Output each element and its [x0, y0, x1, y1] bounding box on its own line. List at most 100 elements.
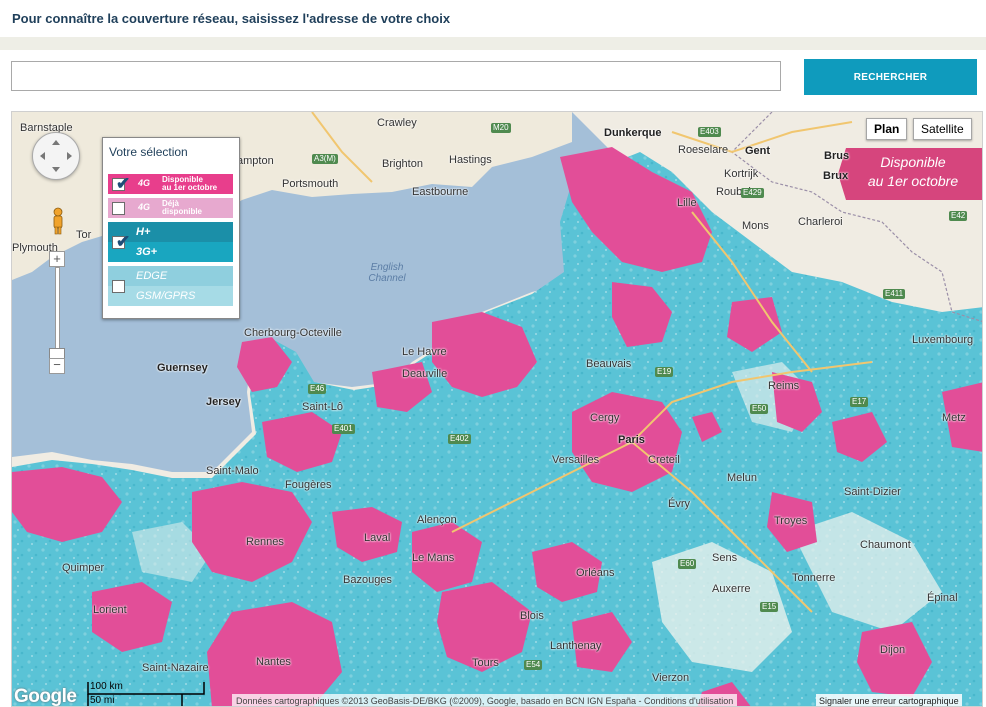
page-header: Pour connaître la couverture réseau, sai… — [0, 0, 986, 37]
place-label: Le Havre — [402, 346, 447, 358]
place-label: Sens — [712, 552, 738, 564]
legend-tech-tag: EDGE — [136, 270, 168, 282]
place-label: Le Mans — [412, 552, 455, 564]
road-shield: E429 — [741, 188, 764, 198]
legend-label-line2: disponible — [162, 207, 202, 216]
place-label: Roeselare — [678, 144, 729, 156]
road-shield: M20 — [491, 123, 511, 133]
place-label: Crawley — [377, 117, 417, 129]
legend-item-4g-now[interactable]: 4G Déjà disponible — [108, 198, 233, 218]
road-shield: E60 — [678, 559, 697, 569]
place-label: Saint-Nazaire — [142, 662, 209, 674]
road-shield: E15 — [760, 602, 779, 612]
road-shield: E54 — [524, 660, 543, 670]
legend-row-bg — [108, 266, 233, 286]
place-label: Orléans — [576, 567, 615, 579]
place-label: Chaumont — [860, 539, 911, 551]
legend-checkbox[interactable] — [112, 202, 125, 215]
place-label: Mons — [742, 220, 769, 232]
place-label: Laval — [364, 532, 391, 544]
place-label: Eastbourne — [412, 186, 469, 198]
road-shield: E46 — [308, 384, 327, 394]
road-shield: E19 — [655, 367, 674, 377]
place-label: Tours — [472, 657, 499, 669]
place-label: Saint-Lô — [302, 401, 343, 413]
place-label: Troyes — [774, 515, 808, 527]
place-label: Tonnerre — [792, 572, 836, 584]
place-label: Dijon — [880, 644, 906, 656]
road-shield: E402 — [448, 434, 471, 444]
place-label: Kortrijk — [724, 168, 759, 180]
place-label: Reims — [768, 380, 800, 392]
legend-item-edge[interactable]: EDGE GSM/GPRS — [108, 266, 233, 306]
header-divider — [0, 37, 986, 50]
place-label: Alençon — [417, 514, 457, 526]
road-shield: A3(M) — [312, 154, 338, 164]
google-logo[interactable]: Google — [14, 686, 77, 706]
legend-item-3g[interactable]: ✔ H+ 3G+ — [108, 222, 233, 262]
coverage-map[interactable]: Plan Satellite Disponible au 1er octobre… — [11, 111, 983, 707]
place-label: Metz — [942, 412, 966, 424]
place-label: Nantes — [256, 656, 291, 668]
address-search-input[interactable] — [11, 61, 781, 91]
place-label: Deauville — [402, 368, 448, 380]
legend-checkbox[interactable]: ✔ — [112, 232, 130, 251]
legend-checkbox[interactable]: ✔ — [112, 174, 130, 193]
place-label: Fougères — [285, 479, 332, 491]
pan-control[interactable] — [32, 132, 80, 180]
road-shield: E401 — [332, 424, 355, 434]
place-label: Brus — [824, 150, 850, 162]
place-label: Guernsey — [157, 362, 208, 374]
road-shield: E17 — [850, 397, 869, 407]
place-label: Melun — [727, 472, 757, 484]
legend-tech-tag: H+ — [136, 226, 151, 238]
map-type-plan-button[interactable]: Plan — [866, 118, 908, 140]
report-error-link[interactable]: Signaler une erreur cartographique — [816, 694, 962, 706]
place-label: Lorient — [93, 604, 127, 616]
legend-item-4g-october[interactable]: ✔ 4G Disponible au 1er octobre — [108, 174, 233, 194]
place-label: Jersey — [206, 396, 241, 408]
legend-tech-tag: 4G — [138, 202, 151, 212]
sea-label: English Channel — [368, 262, 406, 284]
place-label: Portsmouth — [282, 178, 339, 190]
place-label: Rennes — [246, 536, 284, 548]
page-title: Pour connaître la couverture réseau, sai… — [12, 11, 451, 26]
road-shield: E403 — [698, 127, 721, 137]
place-label: Gent — [745, 145, 771, 157]
zoom-out-button[interactable]: − — [49, 358, 65, 374]
place-label: Hastings — [449, 154, 492, 166]
place-label: Lanthenay — [550, 640, 602, 652]
place-label: Versailles — [552, 454, 600, 466]
place-label: Évry — [668, 498, 690, 510]
place-label: Lille — [677, 197, 697, 209]
place-label: Brux — [823, 170, 849, 182]
scale-km: 100 km — [90, 681, 123, 692]
zoom-slider-track[interactable] — [55, 267, 60, 349]
legend-label-line2: au 1er octobre — [162, 183, 218, 192]
scale-bar: 100 km 50 mi — [86, 681, 210, 706]
place-label: Saint-Dizier — [844, 486, 901, 498]
map-type-satellite-button[interactable]: Satellite — [913, 118, 972, 140]
pan-arrows-icon — [40, 140, 72, 172]
legend-checkbox[interactable] — [112, 280, 125, 293]
place-label: Tor — [76, 229, 92, 241]
legend-tech-tag: 4G — [138, 178, 151, 188]
place-label: Épinal — [927, 592, 958, 604]
legend-title: Votre sélection — [109, 145, 188, 159]
place-label: Vierzon — [652, 672, 690, 684]
banner-line2: au 1er octobre — [867, 173, 959, 189]
place-label: Quimper — [62, 562, 105, 574]
place-label: Blois — [520, 610, 544, 622]
street-view-pegman-icon[interactable] — [51, 207, 65, 235]
place-label: Luxembourg — [912, 334, 974, 346]
scale-mi: 50 mi — [90, 695, 115, 706]
zoom-in-button[interactable]: + — [49, 251, 65, 267]
legend-panel: Votre sélection ✔ 4G Disponible au 1er o… — [102, 137, 240, 319]
place-label: ampton — [237, 155, 274, 167]
place-label: Brighton — [382, 158, 423, 170]
map-attribution[interactable]: Données cartographiques ©2013 GeoBasis-D… — [232, 694, 738, 706]
legend-tech-tag: GSM/GPRS — [136, 290, 196, 302]
check-icon: ✔ — [116, 174, 131, 193]
search-button[interactable]: RECHERCHER — [804, 59, 977, 95]
legend-tech-tag: 3G+ — [136, 246, 158, 258]
